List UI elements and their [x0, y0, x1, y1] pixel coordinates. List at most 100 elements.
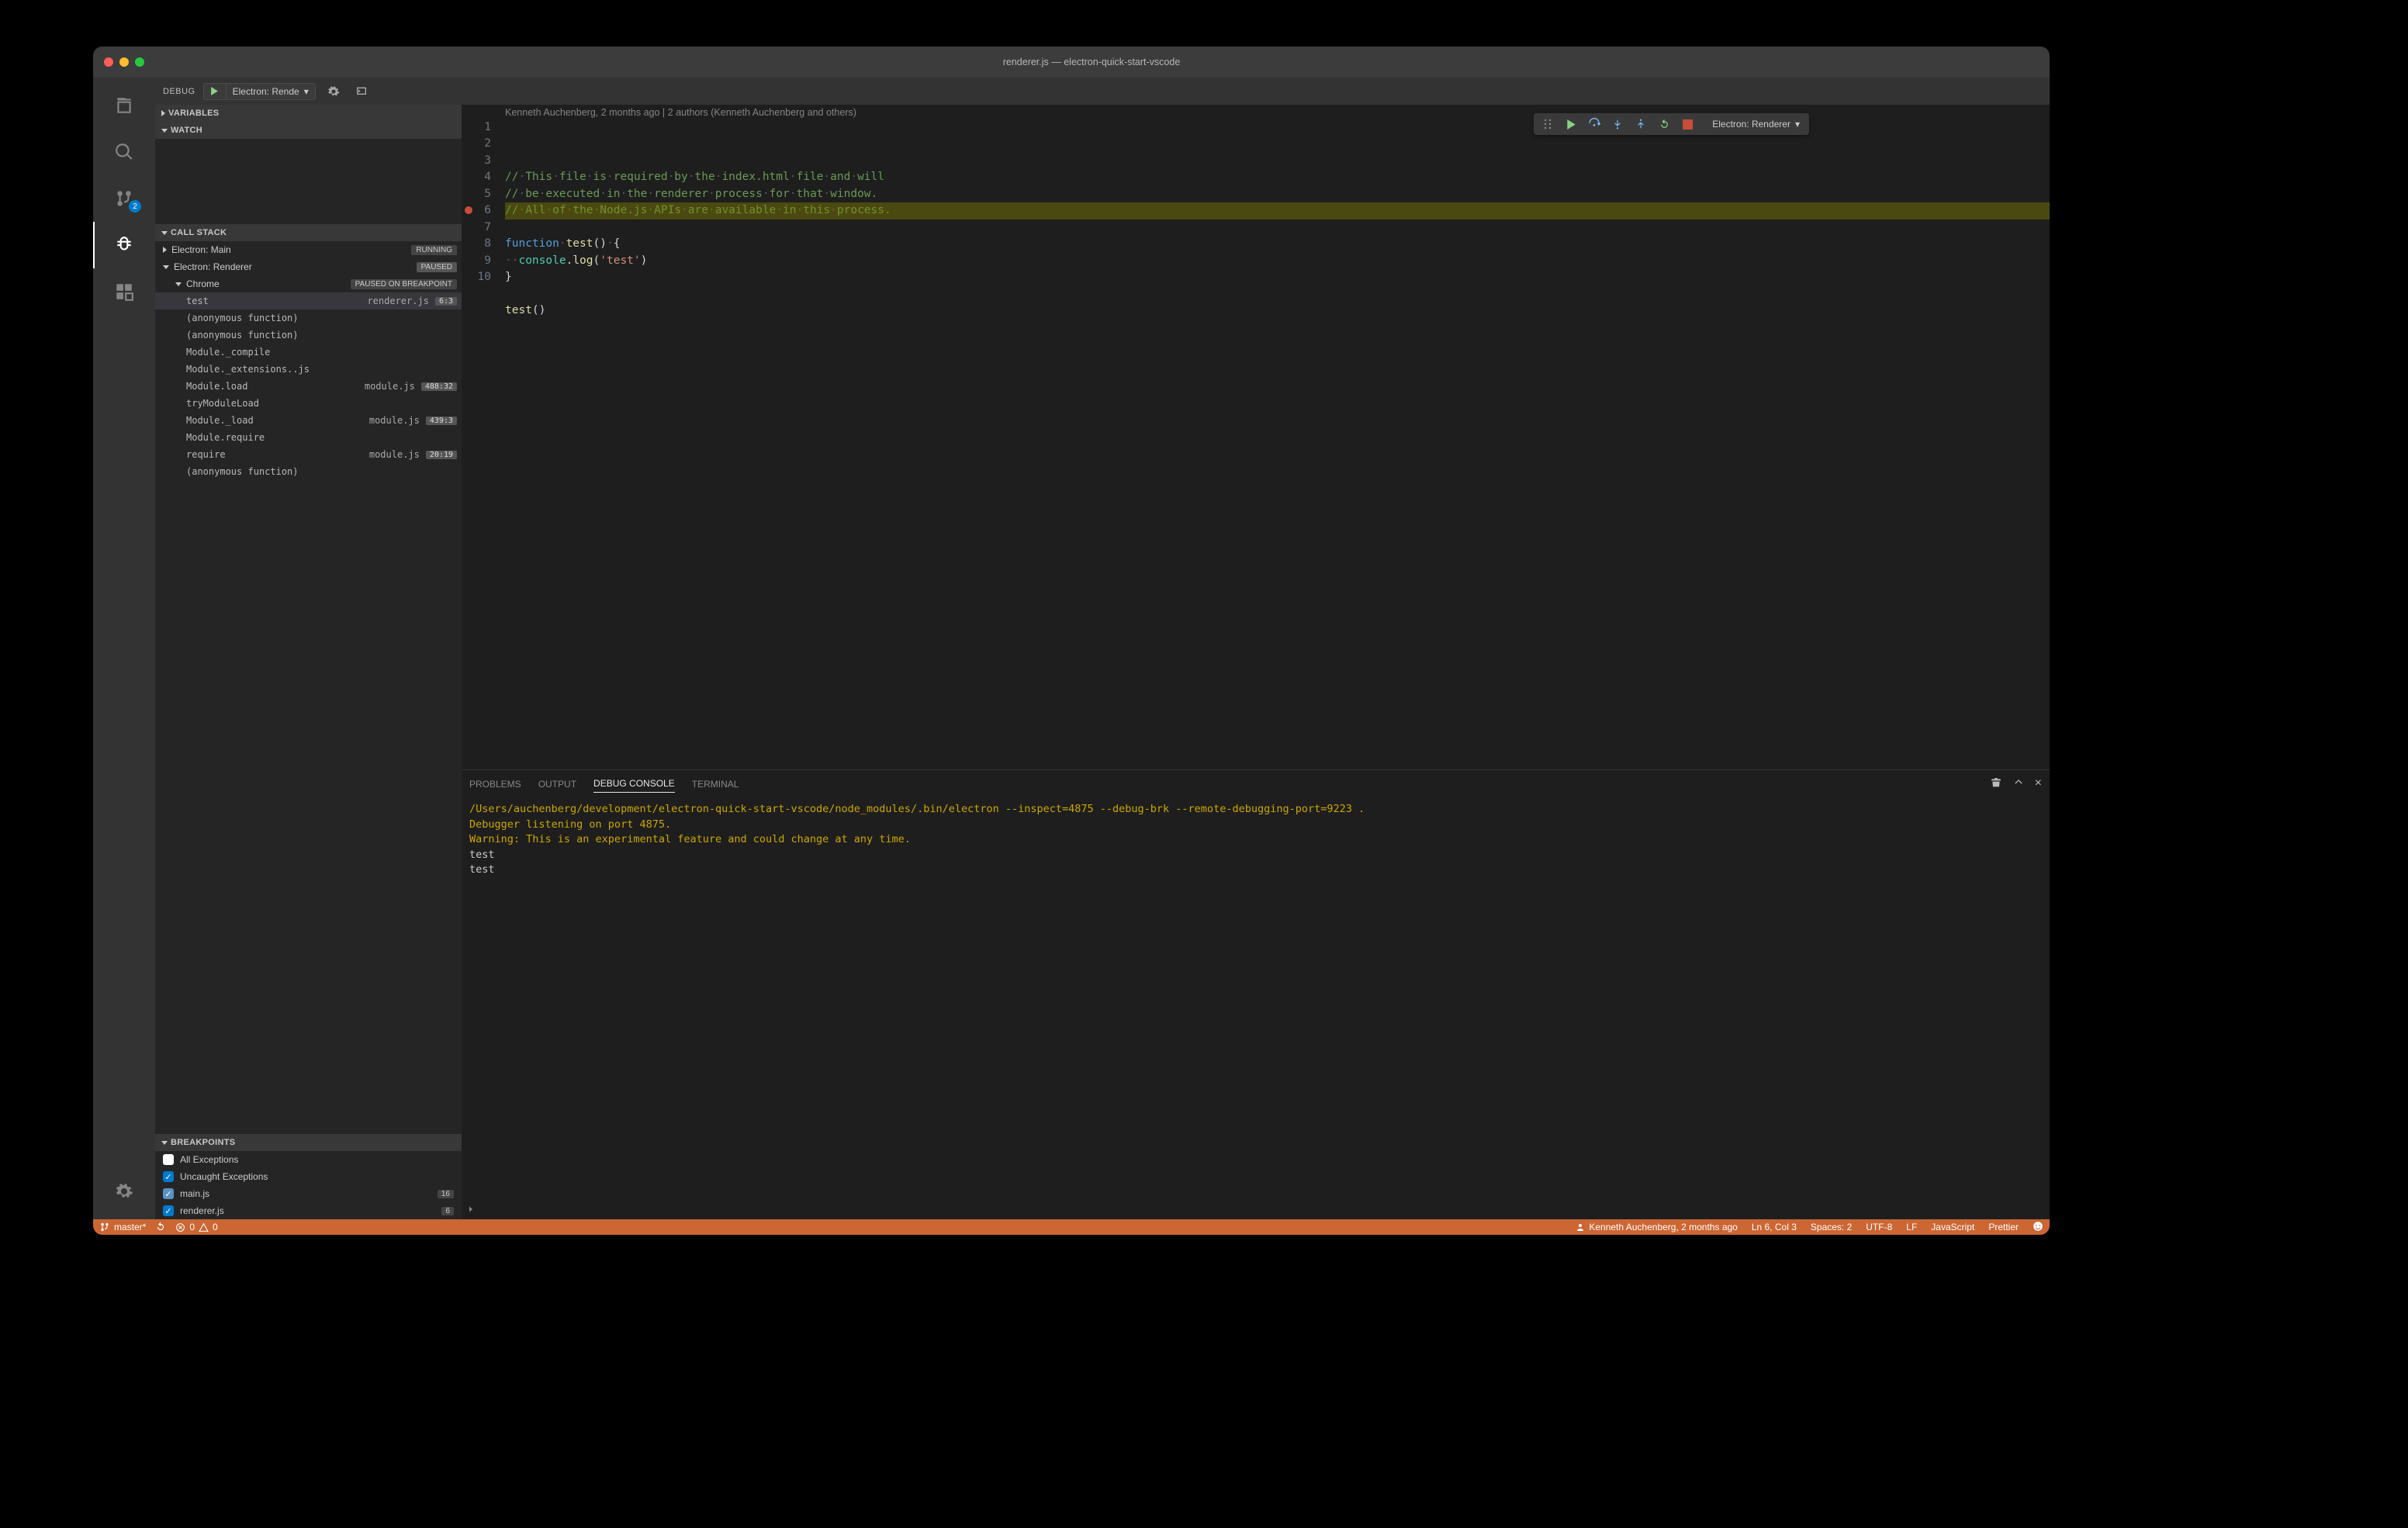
activity-bar: 2 — [93, 78, 155, 1219]
editor-area: JS main.js JS renderer.js × — [462, 78, 2050, 1219]
panel: PROBLEMS OUTPUT DEBUG CONSOLE TERMINAL ×… — [462, 769, 2050, 1219]
thread-row[interactable]: Electron: Renderer PAUSED — [155, 258, 462, 275]
scm-badge: 2 — [129, 200, 141, 213]
problems-tab[interactable]: PROBLEMS — [469, 776, 521, 793]
panel-close-icon[interactable]: × — [2035, 776, 2042, 791]
panel-tab-bar: PROBLEMS OUTPUT DEBUG CONSOLE TERMINAL × — [462, 770, 2050, 797]
git-branch-status[interactable]: master* — [99, 1222, 146, 1232]
stack-frame[interactable]: (anonymous function) — [155, 463, 462, 480]
console-line: Debugger listening on port 4875. — [469, 818, 2042, 833]
debug-icon[interactable] — [93, 222, 155, 268]
explorer-icon[interactable] — [93, 82, 155, 129]
console-line: /Users/auchenberg/development/electron-q… — [469, 802, 2042, 818]
stack-frame[interactable]: (anonymous function) — [155, 309, 462, 327]
blame-status[interactable]: Kenneth Auchenberg, 2 months ago — [1576, 1222, 1737, 1232]
search-icon[interactable] — [93, 129, 155, 175]
output-tab[interactable]: OUTPUT — [538, 776, 576, 793]
stack-frame[interactable]: Module._extensions..js — [155, 361, 462, 378]
breakpoint-item[interactable]: ✓renderer.js6 — [155, 1202, 462, 1219]
extensions-icon[interactable] — [93, 268, 155, 315]
sync-status[interactable] — [155, 1222, 166, 1232]
traffic-lights — [104, 57, 144, 67]
thread-sub-row[interactable]: Chrome PAUSED ON BREAKPOINT — [155, 275, 462, 292]
minimize-icon[interactable] — [119, 57, 129, 67]
restart-button[interactable] — [1653, 113, 1675, 135]
stack-frame[interactable]: Module._loadmodule.js439:3 — [155, 412, 462, 429]
code-lens[interactable]: Kenneth Auchenberg, 2 months ago | 2 aut… — [462, 105, 2050, 119]
thread-row[interactable]: Electron: Main RUNNING — [155, 241, 462, 258]
checkbox[interactable]: ✓ — [163, 1171, 174, 1182]
chevron-down-icon — [161, 231, 168, 235]
cursor-position-status[interactable]: Ln 6, Col 3 — [1752, 1222, 1797, 1232]
breakpoint-item[interactable]: ✓Uncaught Exceptions — [155, 1168, 462, 1185]
watch-section-header[interactable]: Watch — [155, 122, 462, 139]
code-editor[interactable]: 1 2 3 4 5 6 7 8 9 10 //·This·file·is·req… — [462, 119, 2050, 336]
debug-config-select[interactable]: Electron: Rende▾ — [227, 83, 316, 100]
debug-top-bar: DEBUG Electron: Rende▾ — [155, 78, 2050, 105]
step-over-button[interactable] — [1583, 113, 1605, 135]
eol-status[interactable]: LF — [1906, 1222, 1917, 1232]
stack-frame[interactable]: Module.require — [155, 429, 462, 446]
callstack-section-header[interactable]: Call Stack — [155, 224, 462, 241]
chevron-down-icon — [175, 282, 182, 286]
debug-view-label: DEBUG — [163, 87, 195, 96]
step-out-button[interactable] — [1630, 113, 1652, 135]
console-line: test — [469, 863, 2042, 878]
debug-console-output[interactable]: /Users/auchenberg/development/electron-q… — [462, 797, 2050, 883]
settings-gear-icon[interactable] — [93, 1168, 155, 1215]
language-status[interactable]: JavaScript — [1931, 1222, 1974, 1232]
chevron-down-icon — [161, 1141, 168, 1145]
checkbox[interactable]: ✓ — [163, 1188, 174, 1199]
breakpoints-list: All Exceptions✓Uncaught Exceptions✓main.… — [155, 1151, 462, 1219]
variables-section-header[interactable]: Variables — [155, 105, 462, 122]
stack-frame[interactable]: requiremodule.js20:19 — [155, 446, 462, 463]
stack-frame[interactable]: Module.loadmodule.js488:32 — [155, 378, 462, 395]
terminal-tab[interactable]: TERMINAL — [692, 776, 739, 793]
chevron-down-icon — [161, 129, 168, 133]
current-line-highlight — [505, 202, 2050, 219]
indentation-status[interactable]: Spaces: 2 — [1811, 1222, 1852, 1232]
callstack-tree: Electron: Main RUNNING Electron: Rendere… — [155, 241, 462, 480]
console-line: Warning: This is an experimental feature… — [469, 832, 2042, 848]
start-debugging-button[interactable] — [203, 83, 227, 100]
debug-session-select[interactable]: Electron: Renderer▾ — [1706, 115, 1806, 133]
debug-console-tab[interactable]: DEBUG CONSOLE — [593, 775, 675, 793]
panel-maximize-icon[interactable] — [2013, 776, 2024, 791]
stack-frame[interactable]: testrenderer.js6:3 — [155, 292, 462, 309]
zoom-icon[interactable] — [135, 57, 144, 67]
code-content[interactable]: //·This·file·is·required·by·the·index.ht… — [505, 119, 2050, 336]
checkbox[interactable]: ✓ — [163, 1205, 174, 1216]
stack-frame[interactable]: Module._compile — [155, 344, 462, 361]
breakpoint-item[interactable]: All Exceptions — [155, 1151, 462, 1168]
status-bar: master* 0 0 Kenneth Auchenberg, 2 months… — [93, 1219, 2050, 1235]
problems-status[interactable]: 0 0 — [175, 1222, 217, 1232]
titlebar: renderer.js — electron-quick-start-vscod… — [93, 47, 2050, 78]
chevron-right-icon — [163, 247, 167, 253]
debug-console-toggle-icon[interactable] — [351, 81, 372, 102]
stop-button[interactable] — [1676, 113, 1698, 135]
stack-frame[interactable]: (anonymous function) — [155, 327, 462, 344]
debug-floating-toolbar[interactable]: Electron: Renderer▾ — [1534, 113, 1809, 135]
chevron-down-icon — [163, 265, 169, 269]
close-icon[interactable] — [104, 57, 113, 67]
app-window: renderer.js — electron-quick-start-vscod… — [93, 47, 2050, 1235]
repl-input[interactable] — [462, 1199, 2050, 1219]
debug-configure-icon[interactable] — [323, 81, 344, 102]
prettier-status[interactable]: Prettier — [1988, 1222, 2019, 1232]
line-gutter: 1 2 3 4 5 6 7 8 9 10 — [462, 119, 505, 336]
console-line: test — [469, 848, 2042, 863]
window-title: renderer.js — electron-quick-start-vscod… — [144, 57, 2039, 67]
breakpoints-section-header[interactable]: Breakpoints — [155, 1134, 462, 1151]
chevron-right-icon — [161, 110, 165, 116]
stack-frame[interactable]: tryModuleLoad — [155, 395, 462, 412]
encoding-status[interactable]: UTF-8 — [1866, 1222, 1892, 1232]
checkbox[interactable] — [163, 1154, 174, 1165]
feedback-icon[interactable] — [2033, 1221, 2043, 1234]
drag-handle-icon[interactable] — [1537, 113, 1559, 135]
continue-button[interactable] — [1560, 113, 1582, 135]
breakpoint-item[interactable]: ✓main.js16 — [155, 1185, 462, 1202]
clear-console-icon[interactable] — [1990, 776, 2002, 791]
scm-icon[interactable]: 2 — [93, 175, 155, 222]
debug-sidebar: Variables Watch Call Stack Electron: Mai… — [155, 105, 462, 1219]
step-into-button[interactable] — [1607, 113, 1628, 135]
